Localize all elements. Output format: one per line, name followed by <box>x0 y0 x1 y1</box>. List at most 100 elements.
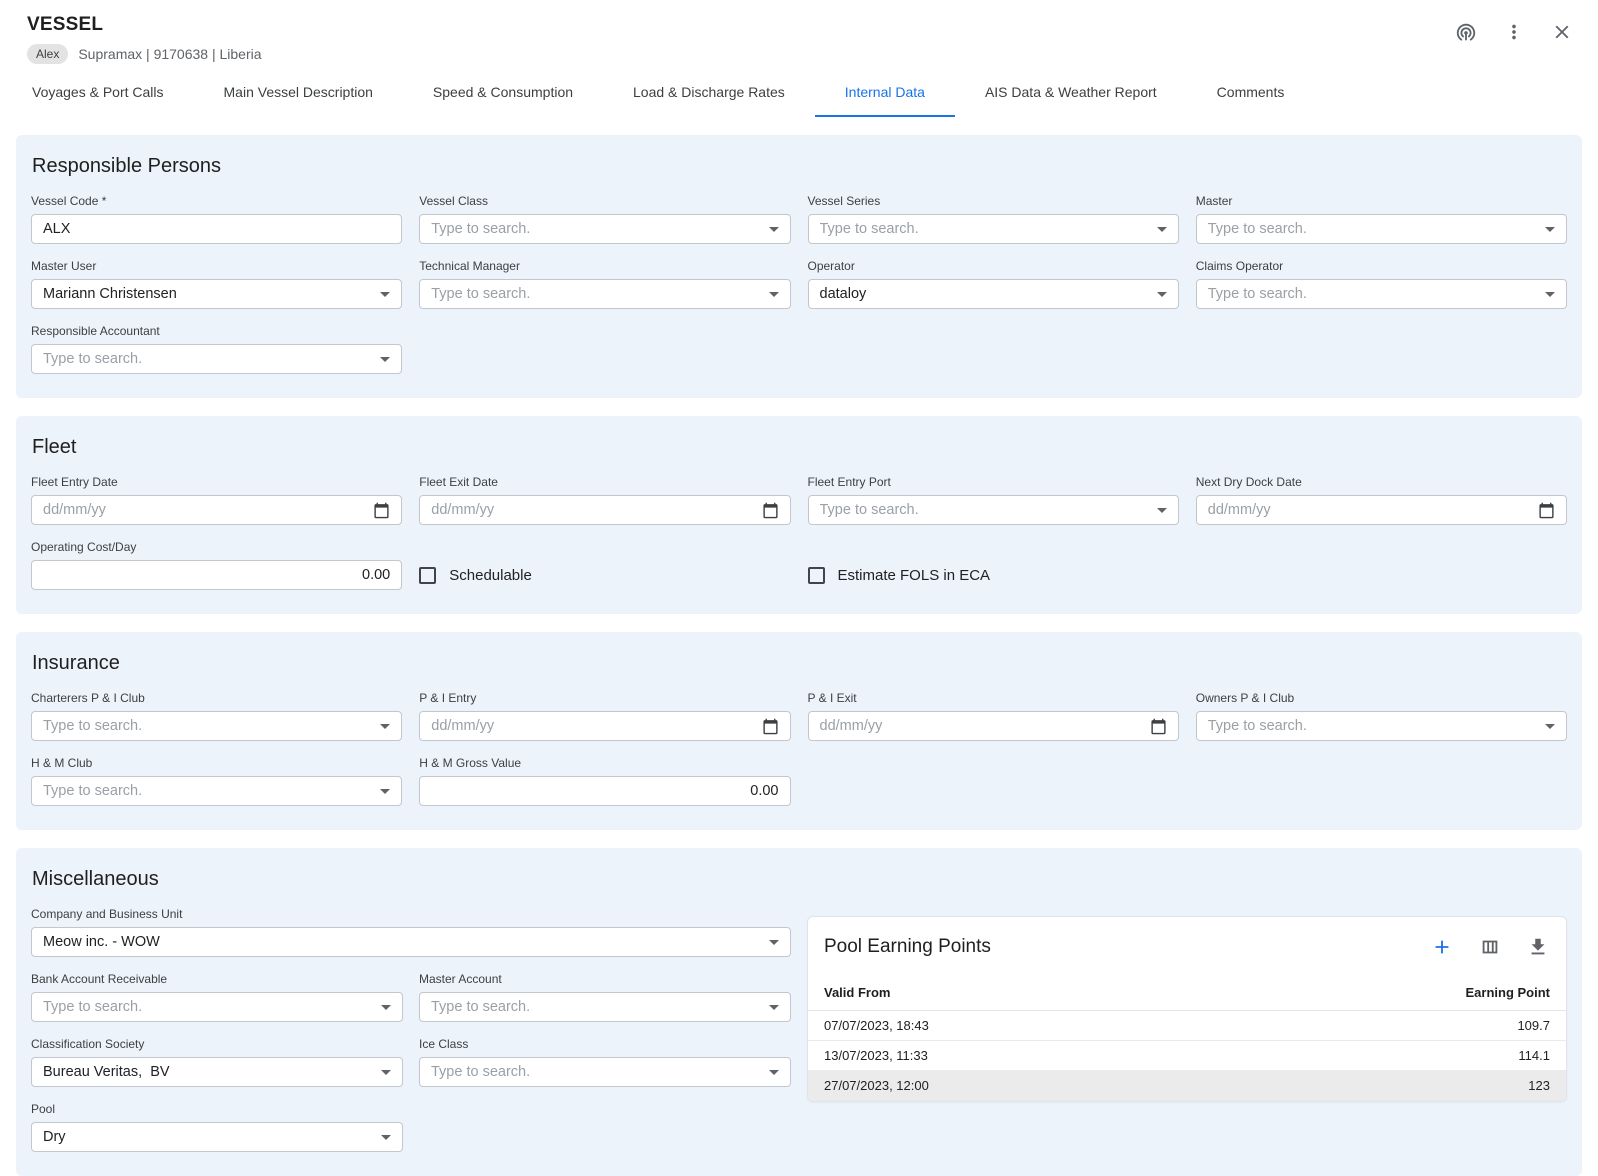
tab-ais-data-weather-report[interactable]: AIS Data & Weather Report <box>955 70 1187 117</box>
field-pi-exit: P & I Exit <box>808 691 1179 741</box>
field-label: Owners P & I Club <box>1196 691 1567 705</box>
master-input[interactable] <box>1208 221 1537 237</box>
charterers-pi-club-input[interactable] <box>43 718 372 734</box>
fleet-entry-port-input[interactable] <box>820 502 1149 518</box>
tab-speed-consumption[interactable]: Speed & Consumption <box>403 70 603 117</box>
window-header: VESSEL Alex Supramax | 9170638 | Liberia <box>0 0 1598 68</box>
chevron-down-icon <box>380 292 390 297</box>
field-label: Ice Class <box>419 1037 791 1051</box>
section-fleet: Fleet Fleet Entry Date Fleet Exit Date F… <box>16 416 1582 614</box>
field-label: H & M Club <box>31 756 402 770</box>
pool-input[interactable] <box>43 1129 373 1145</box>
ice-class-input[interactable] <box>431 1064 761 1080</box>
calendar-icon[interactable] <box>762 502 779 519</box>
field-label: Bank Account Receivable <box>31 972 403 986</box>
chevron-down-icon <box>769 227 779 232</box>
chevron-down-icon <box>1157 292 1167 297</box>
bank-account-receivable-input[interactable] <box>43 999 373 1015</box>
table-row[interactable]: 13/07/2023, 11:33 114.1 <box>808 1041 1566 1071</box>
field-label: Operator <box>808 259 1179 273</box>
valid-from-cell: 13/07/2023, 11:33 <box>824 1048 928 1063</box>
field-label: Fleet Entry Date <box>31 475 402 489</box>
field-responsible-accountant: Responsible Accountant <box>31 324 402 374</box>
field-hm-club: H & M Club <box>31 756 402 806</box>
chevron-down-icon <box>380 357 390 362</box>
pi-exit-input[interactable] <box>820 718 1142 734</box>
master-user-input[interactable] <box>43 286 372 302</box>
field-operating-cost-day: Operating Cost/Day <box>31 540 402 590</box>
field-label: Classification Society <box>31 1037 403 1051</box>
vessel-series-input[interactable] <box>820 221 1149 237</box>
field-label: Fleet Entry Port <box>808 475 1179 489</box>
header-left: VESSEL Alex Supramax | 9170638 | Liberia <box>27 14 262 64</box>
fleet-exit-date-input[interactable] <box>431 502 753 518</box>
section-title: Miscellaneous <box>31 868 1567 891</box>
classification-society-input[interactable] <box>43 1064 373 1080</box>
tab-load-discharge-rates[interactable]: Load & Discharge Rates <box>603 70 815 117</box>
checkbox-label: Estimate FOLS in ECA <box>838 567 991 584</box>
claims-operator-input[interactable] <box>1208 286 1537 302</box>
card-title: Pool Earning Points <box>824 936 991 958</box>
field-hm-gross-value: H & M Gross Value <box>419 756 790 806</box>
field-technical-manager: Technical Manager <box>419 259 790 309</box>
estimate-fols-checkbox[interactable] <box>808 567 825 584</box>
calendar-icon[interactable] <box>1538 502 1555 519</box>
chevron-down-icon <box>381 1070 391 1075</box>
table-row[interactable]: 07/07/2023, 18:43 109.7 <box>808 1011 1566 1041</box>
tab-bar: Voyages & Port Calls Main Vessel Descrip… <box>0 70 1598 117</box>
field-ice-class: Ice Class <box>419 1037 791 1087</box>
company-business-unit-input[interactable] <box>43 934 761 950</box>
tab-main-vessel-description[interactable]: Main Vessel Description <box>194 70 403 117</box>
operating-cost-day-input[interactable] <box>43 567 390 583</box>
kebab-menu-icon[interactable] <box>1502 20 1526 44</box>
field-estimate-fols: Estimate FOLS in ECA <box>808 560 1179 590</box>
field-label: Responsible Accountant <box>31 324 402 338</box>
column-header-valid-from: Valid From <box>824 985 890 1000</box>
add-row-icon[interactable] <box>1430 935 1454 959</box>
table-row[interactable]: 27/07/2023, 12:00 123 <box>808 1071 1566 1101</box>
fleet-entry-date-input[interactable] <box>43 502 365 518</box>
broadcast-icon[interactable] <box>1454 20 1478 44</box>
field-label: Company and Business Unit <box>31 907 791 921</box>
field-master: Master <box>1196 194 1567 244</box>
column-header-earning-point: Earning Point <box>1466 985 1551 1000</box>
close-icon[interactable] <box>1550 20 1574 44</box>
chevron-down-icon <box>769 292 779 297</box>
hm-club-input[interactable] <box>43 783 372 799</box>
master-account-input[interactable] <box>431 999 761 1015</box>
next-dry-dock-date-input[interactable] <box>1208 502 1530 518</box>
field-vessel-class: Vessel Class <box>419 194 790 244</box>
chevron-down-icon <box>380 789 390 794</box>
owners-pi-club-input[interactable] <box>1208 718 1537 734</box>
calendar-icon[interactable] <box>762 718 779 735</box>
calendar-icon[interactable] <box>373 502 390 519</box>
field-label: Fleet Exit Date <box>419 475 790 489</box>
pool-earning-points-card: Pool Earning Points Valid From Earning P… <box>807 916 1567 1102</box>
technical-manager-input[interactable] <box>431 286 760 302</box>
vessel-class-input[interactable] <box>431 221 760 237</box>
tab-internal-data[interactable]: Internal Data <box>815 70 955 117</box>
schedulable-checkbox[interactable] <box>419 567 436 584</box>
table-header-row: Valid From Earning Point <box>808 975 1566 1011</box>
pi-entry-input[interactable] <box>431 718 753 734</box>
field-fleet-exit-date: Fleet Exit Date <box>419 475 790 525</box>
valid-from-cell: 07/07/2023, 18:43 <box>824 1018 929 1033</box>
field-classification-society: Classification Society <box>31 1037 403 1087</box>
calendar-icon[interactable] <box>1150 718 1167 735</box>
tab-comments[interactable]: Comments <box>1187 70 1315 117</box>
section-miscellaneous: Miscellaneous Company and Business Unit … <box>16 848 1582 1176</box>
field-claims-operator: Claims Operator <box>1196 259 1567 309</box>
responsible-accountant-input[interactable] <box>43 351 372 367</box>
vessel-code-input[interactable] <box>43 221 390 237</box>
field-vessel-code: Vessel Code * <box>31 194 402 244</box>
field-pool: Pool <box>31 1102 403 1152</box>
view-columns-icon[interactable] <box>1478 935 1502 959</box>
operator-input[interactable] <box>820 286 1149 302</box>
field-label: Claims Operator <box>1196 259 1567 273</box>
field-label: Technical Manager <box>419 259 790 273</box>
hm-gross-value-input[interactable] <box>431 783 778 799</box>
tab-voyages-port-calls[interactable]: Voyages & Port Calls <box>2 70 194 117</box>
download-icon[interactable] <box>1526 935 1550 959</box>
field-charterers-pi-club: Charterers P & I Club <box>31 691 402 741</box>
field-label: Charterers P & I Club <box>31 691 402 705</box>
